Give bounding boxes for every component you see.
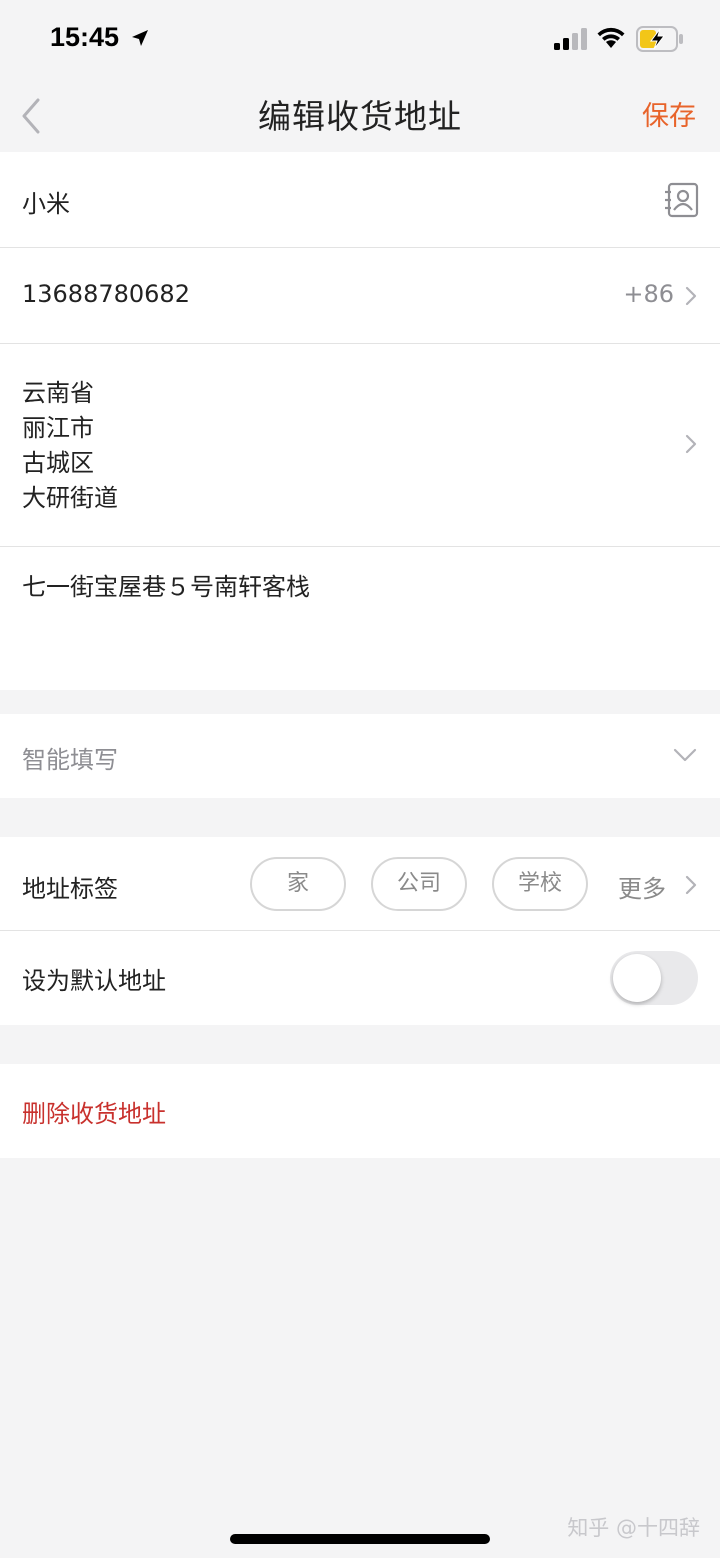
region-city: 丽江市: [22, 414, 94, 442]
default-address-toggle[interactable]: [610, 951, 698, 1005]
name-row[interactable]: 小米: [0, 152, 720, 248]
status-time: 15:45: [50, 22, 120, 52]
delete-card[interactable]: 删除收货地址: [0, 1064, 720, 1158]
battery-charging-icon: [636, 26, 683, 52]
chevron-right-icon: [685, 286, 697, 306]
more-tags-button[interactable]: 更多: [618, 869, 666, 904]
tag-home[interactable]: 家: [250, 857, 346, 911]
region-street: 大研街道: [22, 484, 118, 512]
address-tag-row: 地址标签 家 公司 学校 更多: [0, 837, 720, 931]
save-button[interactable]: 保存: [642, 94, 696, 133]
watermark: 知乎 @十四辞: [567, 1516, 700, 1540]
page-title: 编辑收货地址: [258, 97, 462, 136]
status-bar: 15:45: [0, 0, 720, 80]
region-row[interactable]: 云南省 丽江市 古城区 大研街道: [0, 344, 720, 547]
tag-company[interactable]: 公司: [371, 857, 467, 911]
chevron-down-icon[interactable]: [672, 746, 698, 764]
default-address-row: 设为默认地址: [0, 931, 720, 1025]
phone-row[interactable]: 13688780682 +86: [0, 248, 720, 344]
address-tag-label: 地址标签: [22, 875, 118, 903]
country-code[interactable]: +86: [623, 280, 674, 308]
delete-address-button[interactable]: 删除收货地址: [22, 1094, 166, 1129]
region-selector[interactable]: 云南省 丽江市 古城区 大研街道: [22, 376, 118, 516]
default-address-label: 设为默认地址: [22, 967, 166, 995]
region-province: 云南省: [22, 379, 94, 407]
contact-book-icon[interactable]: [664, 182, 700, 218]
tag-default-card: 地址标签 家 公司 学校 更多 设为默认地址: [0, 837, 720, 1025]
home-indicator[interactable]: [230, 1534, 490, 1544]
address-form-card: 小米 13688780682 +86 云南省 丽江市 古城区 大研街道 七一街宝…: [0, 152, 720, 690]
signal-icon: [554, 28, 587, 50]
location-arrow-icon: [132, 30, 148, 46]
wifi-icon: [597, 27, 625, 48]
name-field[interactable]: 小米: [22, 184, 70, 219]
smart-fill-label: 智能填写: [22, 746, 118, 774]
detail-address-field[interactable]: 七一街宝屋巷５号南轩客栈: [22, 567, 310, 602]
detail-address-row[interactable]: 七一街宝屋巷５号南轩客栈: [0, 547, 720, 690]
address-tag-options: 家 公司 学校: [250, 857, 613, 911]
region-district: 古城区: [22, 449, 94, 477]
smart-fill-card[interactable]: 智能填写: [0, 714, 720, 798]
chevron-right-icon: [685, 875, 697, 895]
tag-school[interactable]: 学校: [492, 857, 588, 911]
chevron-right-icon: [685, 434, 697, 454]
phone-field[interactable]: 13688780682: [22, 280, 190, 308]
navigation-bar: 编辑收货地址 保存: [0, 80, 720, 152]
edit-address-screen: 15:45 编辑收货地址 保存 小米 13688780682 +86 云南省 丽…: [0, 0, 720, 1558]
toggle-knob: [613, 954, 661, 1002]
